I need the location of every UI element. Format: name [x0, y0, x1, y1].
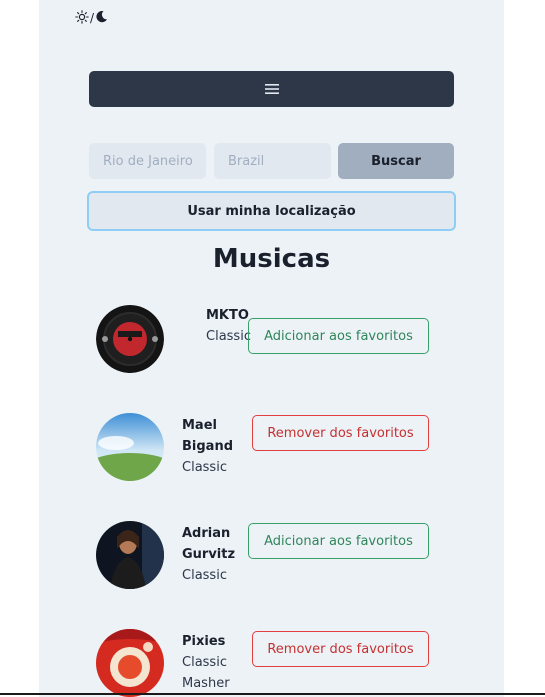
- theme-separator: /: [90, 11, 95, 25]
- genre-label: Classic: [182, 655, 227, 670]
- artist-name-line2: Bigand: [182, 439, 234, 454]
- album-cover: [96, 629, 164, 697]
- city-input[interactable]: [89, 143, 206, 179]
- search-button[interactable]: Buscar: [338, 143, 454, 179]
- sun-icon: [75, 9, 89, 27]
- artist-name: Adrian: [182, 526, 231, 541]
- album-cover: [96, 413, 164, 481]
- genre-label: Classic: [206, 329, 251, 344]
- track-info: Pixies Classic Masher: [182, 631, 230, 694]
- bottom-divider: [0, 693, 545, 695]
- list-item: Pixies Classic Masher Remover dos favori…: [39, 629, 504, 697]
- theme-toggle[interactable]: /: [75, 9, 108, 27]
- use-location-button[interactable]: Usar minha localização: [87, 191, 456, 231]
- hamburger-icon: [264, 80, 279, 99]
- artist-name: Mael: [182, 418, 217, 433]
- add-favorite-button[interactable]: Adicionar aos favoritos: [248, 523, 429, 559]
- album-cover: [96, 305, 164, 373]
- track-info: Adrian Gurvitz Classic: [182, 523, 235, 586]
- album-cover: [96, 521, 164, 589]
- remove-favorite-button[interactable]: Remover dos favoritos: [252, 415, 429, 451]
- track-info: Mael Bigand Classic: [182, 415, 233, 478]
- artist-name-line2: Gurvitz: [182, 547, 236, 562]
- genre-label-line2: Masher: [182, 676, 230, 691]
- track-info: MKTO Classic: [206, 305, 251, 347]
- list-item: Mael Bigand Classic Remover dos favorito…: [39, 413, 504, 503]
- artist-name: MKTO: [206, 308, 249, 323]
- artist-name: Pixies: [182, 634, 226, 649]
- country-input[interactable]: [214, 143, 331, 179]
- app-panel: / Buscar Usar minha localização Musicas: [39, 0, 504, 697]
- remove-favorite-button[interactable]: Remover dos favoritos: [252, 631, 429, 667]
- page-title: Musicas: [212, 244, 331, 274]
- moon-icon: [95, 10, 108, 26]
- add-favorite-button[interactable]: Adicionar aos favoritos: [248, 318, 429, 354]
- list-item: Adrian Gurvitz Classic Adicionar aos fav…: [39, 521, 504, 611]
- genre-label: Classic: [182, 460, 227, 475]
- list-item: MKTO Classic Adicionar aos favoritos: [39, 305, 504, 395]
- genre-label: Classic: [182, 568, 227, 583]
- menu-button[interactable]: [89, 71, 454, 107]
